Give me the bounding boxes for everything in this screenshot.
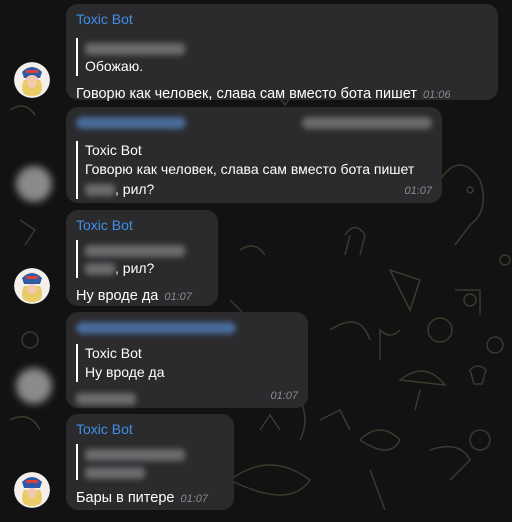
redacted-quote-text [85, 467, 145, 480]
quote-sender: Toxic Bot [85, 142, 142, 158]
message-time: 01:07 [180, 493, 208, 505]
redacted-name [85, 449, 185, 462]
redacted-name [85, 43, 185, 56]
message-time: 01:07 [404, 185, 432, 197]
bot-avatar-icon[interactable] [14, 268, 50, 304]
message-body: Ну вроде да [76, 288, 159, 304]
message-bubble[interactable]: Toxic Bot Ну вроде да 01:07 [66, 312, 308, 408]
quote-text: , рил? [115, 260, 155, 276]
redacted-name [85, 245, 185, 258]
message-bubble[interactable]: Toxic Bot Обожаю. Говорю как человек, сл… [66, 4, 498, 102]
message-body: , рил? [115, 181, 155, 197]
message-bubble[interactable]: Toxic Bot Бары в питере 01:07 [66, 414, 234, 510]
message-body: Говорю как человек, слава сам вместо бот… [76, 86, 417, 102]
message-time: 01:07 [164, 291, 192, 303]
quote-text: Ну вроде да [85, 364, 165, 380]
message-body: Бары в питере [76, 490, 175, 506]
redacted-sender [76, 117, 186, 129]
user-avatar-blurred[interactable] [16, 368, 52, 404]
redacted-word [85, 184, 115, 197]
redacted-message [76, 392, 136, 405]
sender-name[interactable]: Toxic Bot [76, 420, 224, 438]
quote-sender: Toxic Bot [85, 345, 142, 361]
reply-quote[interactable]: Обожаю. [76, 38, 488, 76]
message-text: Говорю как человек, слава сам вместо бот… [76, 84, 488, 105]
bot-avatar-icon[interactable] [14, 62, 50, 98]
redacted-sender [76, 322, 236, 334]
quote-text: Говорю как человек, слава сам вместо бот… [85, 161, 415, 177]
reply-quote[interactable]: Toxic Bot Ну вроде да [76, 344, 298, 382]
sender-name[interactable]: Toxic Bot [76, 10, 488, 28]
message-time: 01:06 [423, 89, 451, 101]
reply-quote[interactable]: Toxic Bot Говорю как человек, слава сам … [76, 141, 432, 199]
message-time: 01:07 [270, 390, 298, 402]
message-text: Ну вроде да 01:07 [76, 286, 208, 307]
sender-name[interactable]: Toxic Bot [76, 216, 208, 234]
redacted-sender-extra [302, 117, 432, 129]
message-bubble[interactable]: Toxic Bot , рил? Ну вроде да 01:07 [66, 210, 218, 306]
reply-quote[interactable] [76, 444, 224, 480]
user-avatar-blurred[interactable] [16, 166, 52, 202]
message-bubble[interactable]: Toxic Bot Говорю как человек, слава сам … [66, 107, 442, 203]
bot-avatar-icon[interactable] [14, 472, 50, 508]
redacted-word [85, 263, 115, 276]
message-text: Бары в питере 01:07 [76, 488, 224, 509]
quote-text: Обожаю. [85, 58, 144, 74]
reply-quote[interactable]: , рил? [76, 240, 208, 278]
